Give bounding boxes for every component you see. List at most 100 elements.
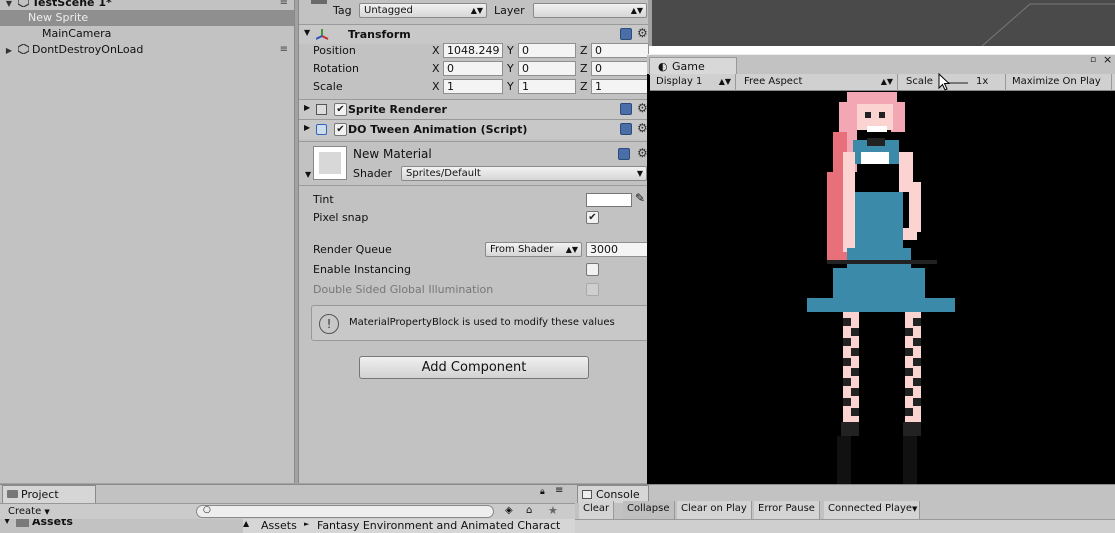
axis-z-label: Z <box>580 44 588 57</box>
game-view[interactable] <box>647 54 1115 496</box>
scale-x-field[interactable]: 1 <box>443 79 503 94</box>
scene-name: TestScene 1* <box>32 0 112 9</box>
gear-icon[interactable]: ⚙ <box>637 26 648 40</box>
render-queue-mode: From Shader <box>490 244 554 255</box>
filter-type-icon[interactable]: ◈ <box>505 505 513 516</box>
project-tree: ▼ Assets <box>0 519 243 533</box>
render-queue-field[interactable]: 3000 <box>586 242 649 257</box>
menu-lines-icon[interactable]: ≡ <box>555 485 563 496</box>
instancing-label: Enable Instancing <box>313 263 411 276</box>
position-y-field[interactable]: 0 <box>518 43 576 58</box>
axis-z-label: Z <box>580 80 588 93</box>
rotation-z-field[interactable]: 0 <box>591 61 649 76</box>
scale-label: Scale <box>313 80 343 93</box>
tag-dropdown[interactable]: Untagged ▲▼ <box>359 3 487 18</box>
material-preview <box>313 146 347 180</box>
sprite-renderer-header[interactable]: ▶ ✔ Sprite Renderer ⚙ <box>299 99 648 119</box>
collapse-toggle[interactable]: Collapse <box>623 501 675 519</box>
axis-x-label: X <box>432 44 440 57</box>
unity-scene-icon <box>17 44 29 54</box>
folder-icon <box>7 490 18 498</box>
axis-x-label: X <box>432 62 440 75</box>
hierarchy-item-new-sprite[interactable]: New Sprite <box>0 10 294 26</box>
eyedropper-icon[interactable]: ✎ <box>635 191 645 205</box>
info-icon: ! <box>319 314 339 334</box>
mouse-cursor-icon <box>938 73 951 91</box>
help-book-icon[interactable] <box>618 148 630 160</box>
dotween-header[interactable]: ▶ ✔ DO Tween Animation (Script) ⚙ <box>299 119 648 139</box>
info-box: ! MaterialPropertyBlock is used to modif… <box>311 305 651 341</box>
search-icon: ○ <box>203 505 211 515</box>
axis-y-label: Y <box>507 80 514 93</box>
gameobject-icon <box>311 0 327 4</box>
caret-icon: ▲▼ <box>880 77 893 86</box>
caret-icon: ▲▼ <box>470 6 483 15</box>
maximize-icon[interactable]: ▫ <box>1090 55 1096 65</box>
tab-project[interactable]: Project <box>2 485 96 503</box>
help-book-icon[interactable] <box>620 28 632 40</box>
assets-tree-label[interactable]: Assets <box>32 519 73 528</box>
help-book-icon[interactable] <box>620 103 632 115</box>
hierarchy-item-maincamera[interactable]: MainCamera <box>0 26 111 42</box>
scroll-up-icon[interactable]: ▲ <box>243 519 249 528</box>
render-queue-dropdown[interactable]: From Shader ▲▼ <box>485 242 582 257</box>
expand-arrow-icon[interactable]: ▶ <box>304 123 310 132</box>
close-icon[interactable]: × <box>1103 53 1112 66</box>
lock-icon[interactable]: 🔒︎ <box>540 487 545 497</box>
unity-scene-icon <box>17 0 29 7</box>
favorite-star-icon[interactable]: ★ <box>548 504 558 517</box>
tab-game[interactable]: ◐ Game <box>649 57 737 75</box>
hierarchy-scene-dontdestroy[interactable]: ▶ DontDestroyOnLoad ≡ <box>4 42 294 58</box>
axis-y-label: Y <box>507 44 514 57</box>
create-button[interactable]: Create ▼ <box>4 505 54 519</box>
position-label: Position <box>313 44 356 57</box>
expand-arrow-icon[interactable]: ▶ <box>304 103 310 112</box>
display-dropdown[interactable]: Display 1 ▲▼ <box>650 74 736 91</box>
shader-dropdown[interactable]: Sprites/Default ▼ <box>401 166 647 181</box>
aspect-dropdown[interactable]: Free Aspect ▲▼ <box>738 74 898 91</box>
axis-y-label: Y <box>507 62 514 75</box>
breadcrumb-folder[interactable]: Fantasy Environment and Animated Charact <box>317 519 560 532</box>
transform-header[interactable]: ▼ Transform ⚙ <box>299 24 648 44</box>
inspector-panel: Tag Untagged ▲▼ Layer ▲▼ ▼ Transform ⚙ Po… <box>298 0 651 483</box>
collapse-arrow-icon[interactable]: ▼ <box>305 170 311 179</box>
character-sprite <box>807 92 955 496</box>
dotween-enable-checkbox[interactable]: ✔ <box>334 123 347 136</box>
scale-slider[interactable]: Scale 1x <box>900 74 1006 91</box>
tint-label: Tint <box>313 193 334 206</box>
scale-z-field[interactable]: 1 <box>591 79 649 94</box>
rotation-y-field[interactable]: 0 <box>518 61 576 76</box>
clear-on-play-toggle[interactable]: Clear on Play <box>677 501 752 519</box>
help-book-icon[interactable] <box>620 123 632 135</box>
expand-arrow-icon[interactable]: ▶ <box>4 43 14 59</box>
add-component-button[interactable]: Add Component <box>359 356 589 379</box>
connected-player-dropdown[interactable]: Connected Playe▼ <box>824 501 920 519</box>
expand-arrow-icon[interactable]: ▼ <box>4 519 10 525</box>
instancing-checkbox[interactable] <box>586 263 599 276</box>
sprite-renderer-title: Sprite Renderer <box>348 103 447 116</box>
layer-dropdown[interactable]: ▲▼ <box>533 3 647 18</box>
position-z-field[interactable]: 0 <box>591 43 649 58</box>
error-pause-toggle[interactable]: Error Pause <box>754 501 820 519</box>
menu-lines-icon[interactable]: ≡ <box>280 42 288 58</box>
scene-name: DontDestroyOnLoad <box>32 43 144 56</box>
project-toolbar: Create ▼ ○ ◈ ⌂ ★ <box>0 503 575 519</box>
display-value: Display 1 <box>656 76 703 87</box>
shader-value: Sprites/Default <box>406 168 481 179</box>
maximize-on-play-toggle[interactable]: Maximize On Play <box>1006 74 1112 91</box>
tint-color-field[interactable] <box>586 193 632 207</box>
caret-icon: ▼ <box>44 508 50 516</box>
scale-y-field[interactable]: 1 <box>518 79 576 94</box>
filter-label-icon[interactable]: ⌂ <box>526 505 532 516</box>
collapse-arrow-icon[interactable]: ▼ <box>304 28 310 37</box>
sprite-renderer-enable-checkbox[interactable]: ✔ <box>334 103 347 116</box>
scene-view[interactable] <box>652 0 1115 47</box>
breadcrumb-assets[interactable]: Assets <box>261 519 297 532</box>
clear-button[interactable]: Clear <box>579 501 615 519</box>
position-x-field[interactable]: 1048.249 <box>443 43 503 58</box>
pixel-snap-checkbox[interactable]: ✔ <box>586 211 599 224</box>
create-label: Create <box>8 506 42 517</box>
search-input[interactable]: ○ <box>196 505 494 518</box>
project-tab-label: Project <box>21 488 59 501</box>
rotation-x-field[interactable]: 0 <box>443 61 503 76</box>
